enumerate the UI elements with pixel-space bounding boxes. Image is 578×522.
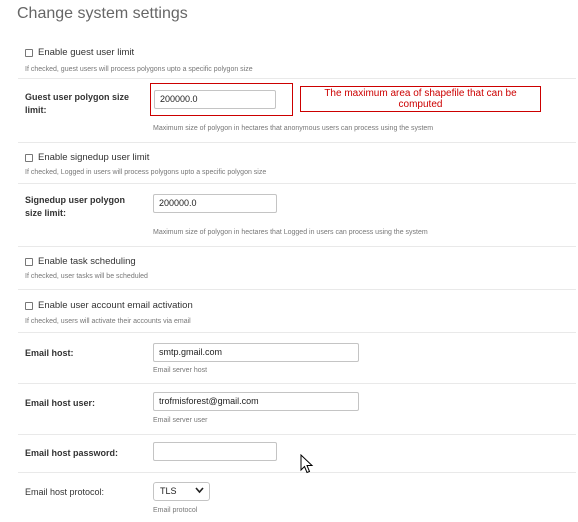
page-title: Change system settings bbox=[17, 5, 188, 22]
email-host-password-section: Email host password: bbox=[18, 435, 576, 473]
email-protocol-help: Email protocol bbox=[153, 507, 198, 514]
guest-size-help: Maximum size of polygon in hectares that… bbox=[153, 125, 434, 132]
email-protocol-section: Email host protocol: TLS Email protocol bbox=[18, 473, 576, 521]
guest-limit-help: If checked, guest users will process pol… bbox=[25, 66, 253, 73]
email-host-section: Email host: smtp.gmail.com Email server … bbox=[18, 333, 576, 384]
email-protocol-select[interactable]: TLS bbox=[153, 482, 210, 501]
email-host-user-section: Email host user: trofmisforest@gmail.com… bbox=[18, 384, 576, 435]
email-protocol-label: Email host protocol: bbox=[25, 487, 105, 497]
task-scheduling-label: Enable task scheduling bbox=[38, 256, 136, 267]
email-host-input[interactable]: smtp.gmail.com bbox=[153, 343, 359, 362]
signup-limit-help: If checked, Logged in users will process… bbox=[25, 169, 267, 176]
task-scheduling-help: If checked, user tasks will be scheduled bbox=[25, 273, 148, 280]
signup-limit-label: Enable signedup user limit bbox=[38, 152, 150, 163]
signup-size-section: Signedup user polygon size limit: 200000… bbox=[18, 184, 576, 247]
email-activation-checkbox-row[interactable]: Enable user account email activation bbox=[25, 300, 193, 311]
email-activation-checkbox[interactable] bbox=[25, 301, 33, 310]
email-host-user-input[interactable]: trofmisforest@gmail.com bbox=[153, 392, 359, 411]
signup-size-help: Maximum size of polygon in hectares that… bbox=[153, 229, 428, 236]
guest-limit-checkbox[interactable] bbox=[25, 48, 33, 57]
email-host-user-help: Email server user bbox=[153, 417, 208, 424]
signup-size-label: Signedup user polygon size limit: bbox=[25, 195, 126, 218]
signup-size-input[interactable]: 200000.0 bbox=[153, 194, 277, 213]
email-host-label: Email host: bbox=[25, 348, 74, 358]
annotation-note: The maximum area of shapefile that can b… bbox=[300, 86, 541, 112]
email-activation-label: Enable user account email activation bbox=[38, 300, 193, 311]
signup-limit-section: Enable signedup user limit If checked, L… bbox=[18, 143, 576, 184]
email-host-password-label: Email host password: bbox=[25, 448, 119, 458]
email-activation-section: Enable user account email activation If … bbox=[18, 290, 576, 333]
signup-limit-checkbox[interactable] bbox=[25, 153, 33, 162]
email-host-user-label: Email host user: bbox=[25, 398, 96, 408]
guest-size-label: Guest user polygon size limit: bbox=[25, 92, 130, 115]
signup-limit-checkbox-row[interactable]: Enable signedup user limit bbox=[25, 152, 149, 163]
task-scheduling-checkbox-row[interactable]: Enable task scheduling bbox=[25, 256, 136, 267]
guest-limit-section: Enable guest user limit If checked, gues… bbox=[18, 38, 576, 79]
mouse-pointer-icon bbox=[300, 453, 314, 479]
guest-limit-label: Enable guest user limit bbox=[38, 47, 135, 58]
chevron-down-icon bbox=[195, 484, 204, 503]
email-activation-help: If checked, users will activate their ac… bbox=[25, 318, 191, 325]
guest-size-highlight bbox=[150, 83, 293, 116]
task-scheduling-section: Enable task scheduling If checked, user … bbox=[18, 247, 576, 290]
email-host-help: Email server host bbox=[153, 367, 208, 374]
email-host-password-input[interactable] bbox=[153, 442, 277, 461]
email-protocol-selected: TLS bbox=[160, 486, 177, 496]
guest-limit-checkbox-row[interactable]: Enable guest user limit bbox=[25, 47, 134, 58]
task-scheduling-checkbox[interactable] bbox=[25, 257, 33, 266]
